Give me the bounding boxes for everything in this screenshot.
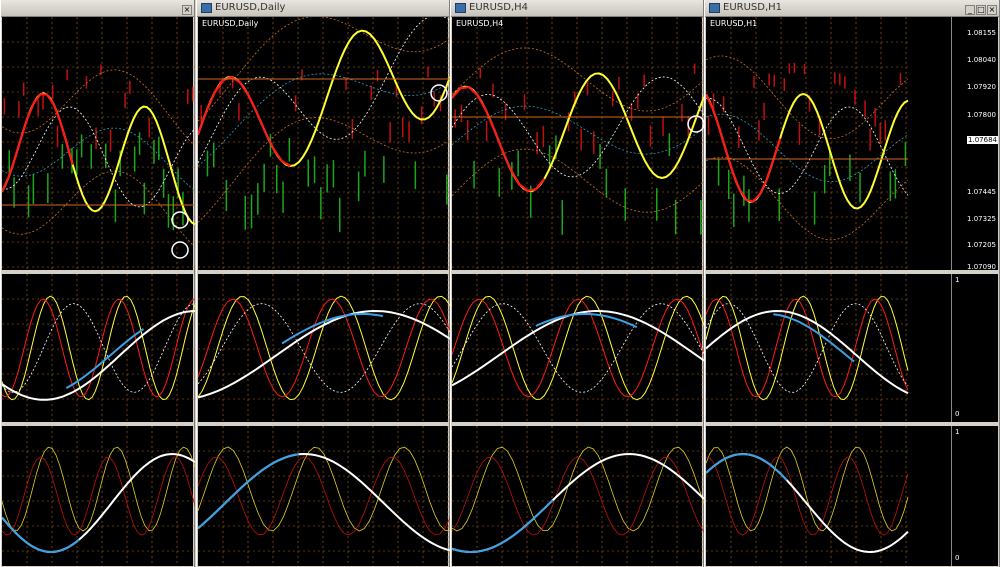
circle-marker xyxy=(171,211,189,229)
close-button[interactable]: × xyxy=(987,5,997,15)
daily-price-pane[interactable]: EURUSD,Daily xyxy=(198,17,450,270)
window-1-titlebar[interactable]: × xyxy=(1,0,194,17)
h1-stochastic-pane[interactable]: 1 0 xyxy=(706,274,998,422)
osc-min-label: 0 xyxy=(955,554,960,562)
window-h4-chart-area[interactable]: EURUSD,H4 xyxy=(452,17,704,566)
window-1-close-button[interactable]: × xyxy=(182,5,192,15)
ma-white xyxy=(198,17,450,164)
stoch-dotted xyxy=(452,303,704,393)
ma-blue xyxy=(198,73,450,167)
h4-symbol-label: EURUSD,H4 xyxy=(456,19,504,28)
window-1-controls: × xyxy=(181,2,192,16)
w1-price-pane[interactable] xyxy=(2,17,195,270)
osc-max-label: 1 xyxy=(955,276,960,284)
price-label: 1.08155 xyxy=(967,29,996,37)
window-h1-title: EURUSD,H1 xyxy=(723,2,783,13)
h1-symbol-label: EURUSD,H1 xyxy=(710,19,758,28)
h1-price-pane[interactable]: EURUSD,H1 1.08155 1.08040 1.07920 1.0780… xyxy=(706,17,998,271)
chart-window-1[interactable]: × xyxy=(0,0,195,567)
circle-marker xyxy=(171,241,189,259)
trend-red xyxy=(452,85,546,193)
osc-red xyxy=(706,456,909,536)
window-daily-titlebar[interactable]: EURUSD,Daily xyxy=(197,0,449,17)
minimize-button[interactable]: _ xyxy=(965,5,975,15)
ma-blue xyxy=(452,105,704,155)
window-1-chart-area[interactable] xyxy=(2,17,195,566)
chart-window-icon xyxy=(709,3,720,13)
trend-yellow xyxy=(198,29,450,168)
trend-red xyxy=(2,93,74,192)
osc-white xyxy=(706,452,909,554)
stoch-signal xyxy=(706,298,909,398)
chart-window-h1[interactable]: EURUSD,H1 _ □ × EURUSD,H1 1.08155 1.08040 … xyxy=(704,0,1000,567)
osc-red xyxy=(452,456,704,536)
envelope-lower xyxy=(452,148,704,213)
price-label: 1.07920 xyxy=(967,83,996,91)
stoch-slow-blue xyxy=(281,313,383,345)
w1-oscillator-pane[interactable] xyxy=(2,426,195,566)
osc-yellow xyxy=(452,446,704,532)
osc-max-label: 1 xyxy=(955,428,960,436)
window-h4-titlebar[interactable]: EURUSD,H4 xyxy=(451,0,703,17)
stoch-slow-white xyxy=(706,309,909,395)
osc-red xyxy=(198,456,450,536)
stoch-main xyxy=(452,295,704,401)
stochastic-axis[interactable]: 1 0 xyxy=(951,274,998,422)
price-label: 1.08040 xyxy=(967,56,996,64)
maximize-button[interactable]: □ xyxy=(976,5,986,15)
osc-blue xyxy=(2,516,80,554)
osc-white xyxy=(2,452,195,554)
window-h1-titlebar[interactable]: EURUSD,H1 _ □ × xyxy=(705,0,999,17)
current-price-label: 1.07684 xyxy=(967,136,998,144)
stoch-slow-blue xyxy=(535,313,638,329)
h4-stochastic-pane[interactable] xyxy=(452,274,704,422)
window-h4-title: EURUSD,H4 xyxy=(469,2,529,13)
daily-symbol-label: EURUSD,Daily xyxy=(202,19,259,28)
osc-white xyxy=(198,452,450,552)
w1-stochastic-pane[interactable] xyxy=(2,274,195,422)
h4-oscillator-pane[interactable] xyxy=(452,426,704,566)
stoch-slow-white xyxy=(198,309,450,399)
oscillator-axis[interactable]: 1 0 xyxy=(951,426,998,566)
envelope-upper xyxy=(452,47,704,112)
envelope-upper xyxy=(706,55,909,140)
osc-white xyxy=(452,452,704,554)
h4-price-pane[interactable]: EURUSD,H4 xyxy=(452,17,704,270)
chart-window-h4[interactable]: EURUSD,H4 EURUSD,H4 xyxy=(450,0,704,567)
stoch-main xyxy=(198,295,450,401)
price-label: 1.07205 xyxy=(967,241,996,249)
price-axis[interactable]: 1.08155 1.08040 1.07920 1.07800 1.07684 … xyxy=(951,17,998,271)
trend-red xyxy=(706,93,782,203)
window-daily-title: EURUSD,Daily xyxy=(215,2,286,13)
window-daily-chart-area[interactable]: EURUSD,Daily xyxy=(198,17,450,566)
osc-min-label: 0 xyxy=(955,410,960,418)
price-label: 1.07325 xyxy=(967,215,996,223)
osc-yellow xyxy=(706,446,909,532)
trend-yellow xyxy=(452,72,704,193)
chart-window-icon xyxy=(455,3,466,13)
trend-yellow xyxy=(706,92,909,210)
chart-window-icon xyxy=(201,3,212,13)
price-label: 1.07445 xyxy=(967,188,996,196)
chart-window-daily[interactable]: EURUSD,Daily EURUSD,Daily xyxy=(196,0,450,567)
window-h1-chart-area[interactable]: EURUSD,H1 1.08155 1.08040 1.07920 1.0780… xyxy=(706,17,998,566)
stoch-dotted xyxy=(198,303,450,393)
envelope-lower xyxy=(198,117,450,223)
daily-stochastic-pane[interactable] xyxy=(198,274,450,422)
price-label: 1.07800 xyxy=(967,111,996,119)
daily-oscillator-pane[interactable] xyxy=(198,426,450,566)
window-h1-controls: _ □ × xyxy=(964,2,997,16)
h1-oscillator-pane[interactable]: 1 0 xyxy=(706,426,998,566)
